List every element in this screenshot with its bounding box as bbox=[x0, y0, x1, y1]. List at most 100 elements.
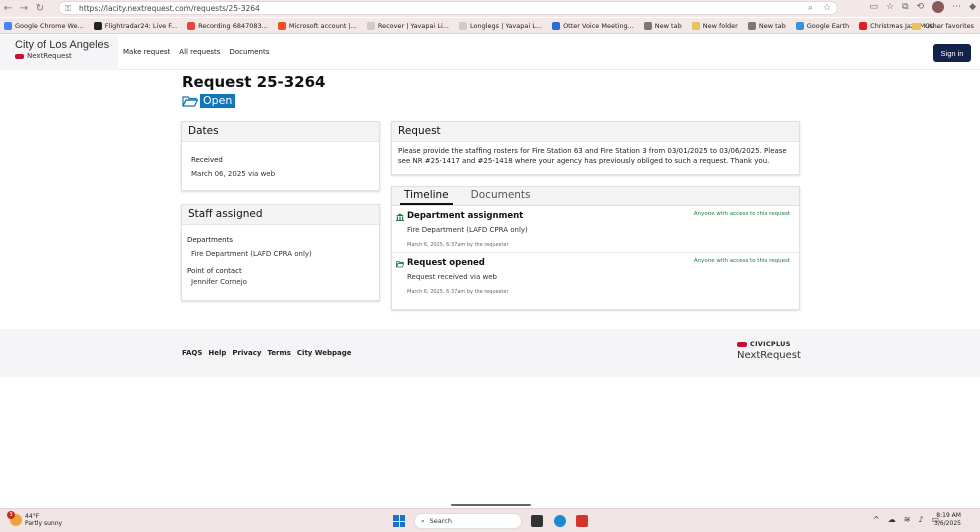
tab-timeline[interactable]: Timeline bbox=[400, 187, 453, 205]
folder-icon bbox=[911, 22, 921, 30]
footer-link-faqs[interactable]: FAQS bbox=[182, 349, 202, 357]
bookmark-label: New tab bbox=[654, 21, 682, 30]
product-name: NextRequest bbox=[15, 52, 118, 60]
timeline-item-title: Request opened bbox=[407, 258, 485, 268]
forward-icon[interactable]: → bbox=[16, 2, 32, 16]
footer-product-name: NextRequest bbox=[737, 350, 801, 361]
bookmark-label: Microsoft account |... bbox=[288, 21, 357, 30]
task-view-icon[interactable] bbox=[531, 515, 543, 527]
split-screen-icon[interactable]: ▭ bbox=[870, 2, 879, 12]
nav-all-requests[interactable]: All requests bbox=[179, 48, 220, 56]
bookmark-favicon-icon bbox=[859, 21, 868, 30]
system-tray: ^ ☁ ≋ ♪ ▭ bbox=[873, 515, 939, 524]
bookmark-favicon-icon bbox=[93, 21, 102, 30]
bookmark-item[interactable]: Recover | Yavapai Li... bbox=[366, 21, 449, 30]
folder-open-icon bbox=[182, 96, 198, 107]
zoom-icon[interactable]: ⌕ bbox=[808, 3, 813, 13]
timeline-item: Request opened Anyone with access to thi… bbox=[392, 253, 799, 300]
cloud-icon[interactable]: ☁ bbox=[888, 515, 896, 524]
top-nav: Make request All requests Documents bbox=[123, 48, 269, 56]
dates-card: Dates Received March 06, 2025 via web bbox=[181, 121, 380, 191]
history-icon[interactable]: ⟲ bbox=[917, 2, 925, 12]
taskbar-search-label: Search bbox=[429, 517, 452, 525]
footer-link-city-webpage[interactable]: City Webpage bbox=[297, 349, 352, 357]
received-value: March 06, 2025 via web bbox=[191, 170, 276, 178]
bookmark-label: Recording 6847083... bbox=[198, 21, 268, 30]
bookmarks-bar: Google Chrome We... Flightradar24: Live F… bbox=[0, 18, 980, 34]
bookmark-label: Otter Voice Meeting... bbox=[563, 21, 634, 30]
bookmark-label: Google Earth bbox=[806, 21, 850, 30]
back-icon[interactable]: ← bbox=[0, 2, 16, 16]
weather-sun-icon: 3 bbox=[7, 511, 22, 526]
civicplus-label: CIVICPLUS bbox=[750, 340, 791, 348]
timeline-item-desc: Request received via web bbox=[407, 273, 497, 281]
civicplus-label-row: CIVICPLUS bbox=[737, 340, 801, 348]
footer-link-help[interactable]: Help bbox=[208, 349, 226, 357]
sign-in-button[interactable]: Sign in bbox=[933, 44, 971, 62]
taskbar-search[interactable]: ⌕ Search bbox=[414, 513, 522, 529]
footer-link-terms[interactable]: Terms bbox=[267, 349, 291, 357]
windows-taskbar: 3 44°F Partly sunny ⌕ Search ^ ☁ ≋ ♪ ▭ 8… bbox=[0, 508, 980, 532]
brand[interactable]: City of Los Angeles NextRequest bbox=[0, 35, 118, 70]
refresh-icon[interactable]: ↻ bbox=[32, 2, 48, 16]
bookmark-favicon-icon bbox=[366, 21, 375, 30]
timeline-item-meta: March 6, 2025, 6:37am by the requester bbox=[407, 289, 509, 295]
bookmark-label: Recover | Yavapai Li... bbox=[377, 21, 449, 30]
snipping-tool-icon[interactable] bbox=[576, 515, 588, 527]
bookmark-item[interactable]: New folder bbox=[691, 21, 738, 30]
horizontal-scrollbar[interactable] bbox=[451, 504, 531, 506]
favorites-icon[interactable]: ☆ bbox=[886, 2, 894, 12]
bookmark-favicon-icon bbox=[795, 21, 804, 30]
nav-make-request[interactable]: Make request bbox=[123, 48, 170, 56]
bookmark-item[interactable]: Google Earth bbox=[795, 21, 850, 30]
timeline-item-title: Department assignment bbox=[407, 211, 524, 221]
copilot-icon[interactable]: ◆ bbox=[969, 2, 976, 12]
bookmark-item[interactable]: Flightradar24: Live F... bbox=[93, 21, 178, 30]
wifi-icon[interactable]: ≋ bbox=[904, 515, 911, 524]
timeline-item-desc: Fire Department (LAFD CPRA only) bbox=[407, 226, 528, 234]
edge-icon[interactable] bbox=[554, 515, 566, 527]
timeline-tabs: Timeline Documents bbox=[392, 187, 799, 206]
bookmark-item[interactable]: New tab bbox=[643, 21, 682, 30]
other-favorites[interactable]: › Other favorites bbox=[891, 22, 974, 30]
more-icon[interactable]: ⋯ bbox=[952, 2, 961, 12]
bookmark-item[interactable]: New tab bbox=[747, 21, 786, 30]
bookmark-item[interactable]: Otter Voice Meeting... bbox=[552, 21, 634, 30]
volume-icon[interactable]: ♪ bbox=[918, 515, 923, 524]
staff-heading: Staff assigned bbox=[182, 205, 379, 225]
footer-link-privacy[interactable]: Privacy bbox=[232, 349, 261, 357]
timeline-item: Department assignment Anyone with access… bbox=[392, 206, 799, 253]
city-name: City of Los Angeles bbox=[15, 39, 110, 51]
bookmark-item[interactable]: Longlegs | Yavapai L... bbox=[459, 21, 543, 30]
profile-avatar[interactable] bbox=[932, 1, 945, 13]
status-row: Open bbox=[182, 94, 236, 108]
collections-icon[interactable]: ⧉ bbox=[902, 2, 908, 12]
staff-card: Staff assigned Departments Fire Departme… bbox=[181, 204, 380, 301]
bookmark-item[interactable]: Google Chrome We... bbox=[4, 21, 84, 30]
tab-documents[interactable]: Documents bbox=[467, 187, 535, 205]
bookmark-item[interactable]: Recording 6847083... bbox=[187, 21, 268, 30]
building-icon bbox=[396, 213, 404, 221]
weather-widget[interactable]: 3 44°F Partly sunny bbox=[7, 511, 62, 527]
browser-actions: ▭ ☆ ⧉ ⟲ ⋯ ◆ bbox=[870, 1, 976, 13]
product-label: NextRequest bbox=[27, 52, 72, 60]
civicplus-logo[interactable]: CIVICPLUS NextRequest bbox=[737, 340, 801, 361]
bookmark-item[interactable]: Microsoft account |... bbox=[277, 21, 357, 30]
search-icon: ⌕ bbox=[421, 516, 425, 525]
taskbar-clock[interactable]: 8:19 AM 3/6/2025 bbox=[934, 512, 961, 528]
clock-time: 8:19 AM bbox=[936, 512, 961, 519]
chevron-right-icon[interactable]: › bbox=[891, 22, 894, 30]
site-header: City of Los Angeles NextRequest Make req… bbox=[0, 35, 980, 70]
site-footer: FAQS Help Privacy Terms City Webpage CIV… bbox=[0, 329, 980, 377]
bookmark-label: Flightradar24: Live F... bbox=[104, 21, 178, 30]
departments-value: Fire Department (LAFD CPRA only) bbox=[191, 250, 312, 258]
address-bar[interactable]: ⚿ https://lacity.nextrequest.com/request… bbox=[58, 1, 838, 15]
bookmark-label: Longlegs | Yavapai L... bbox=[470, 21, 543, 30]
status-badge: Open bbox=[200, 94, 236, 108]
bookmark-favicon-icon bbox=[552, 21, 561, 30]
windows-start-icon[interactable] bbox=[393, 515, 405, 527]
nav-documents[interactable]: Documents bbox=[229, 48, 269, 56]
chevron-up-icon[interactable]: ^ bbox=[873, 515, 880, 524]
bookmark-favicon-icon bbox=[459, 21, 467, 30]
favorite-star-icon[interactable]: ☆ bbox=[823, 3, 831, 13]
